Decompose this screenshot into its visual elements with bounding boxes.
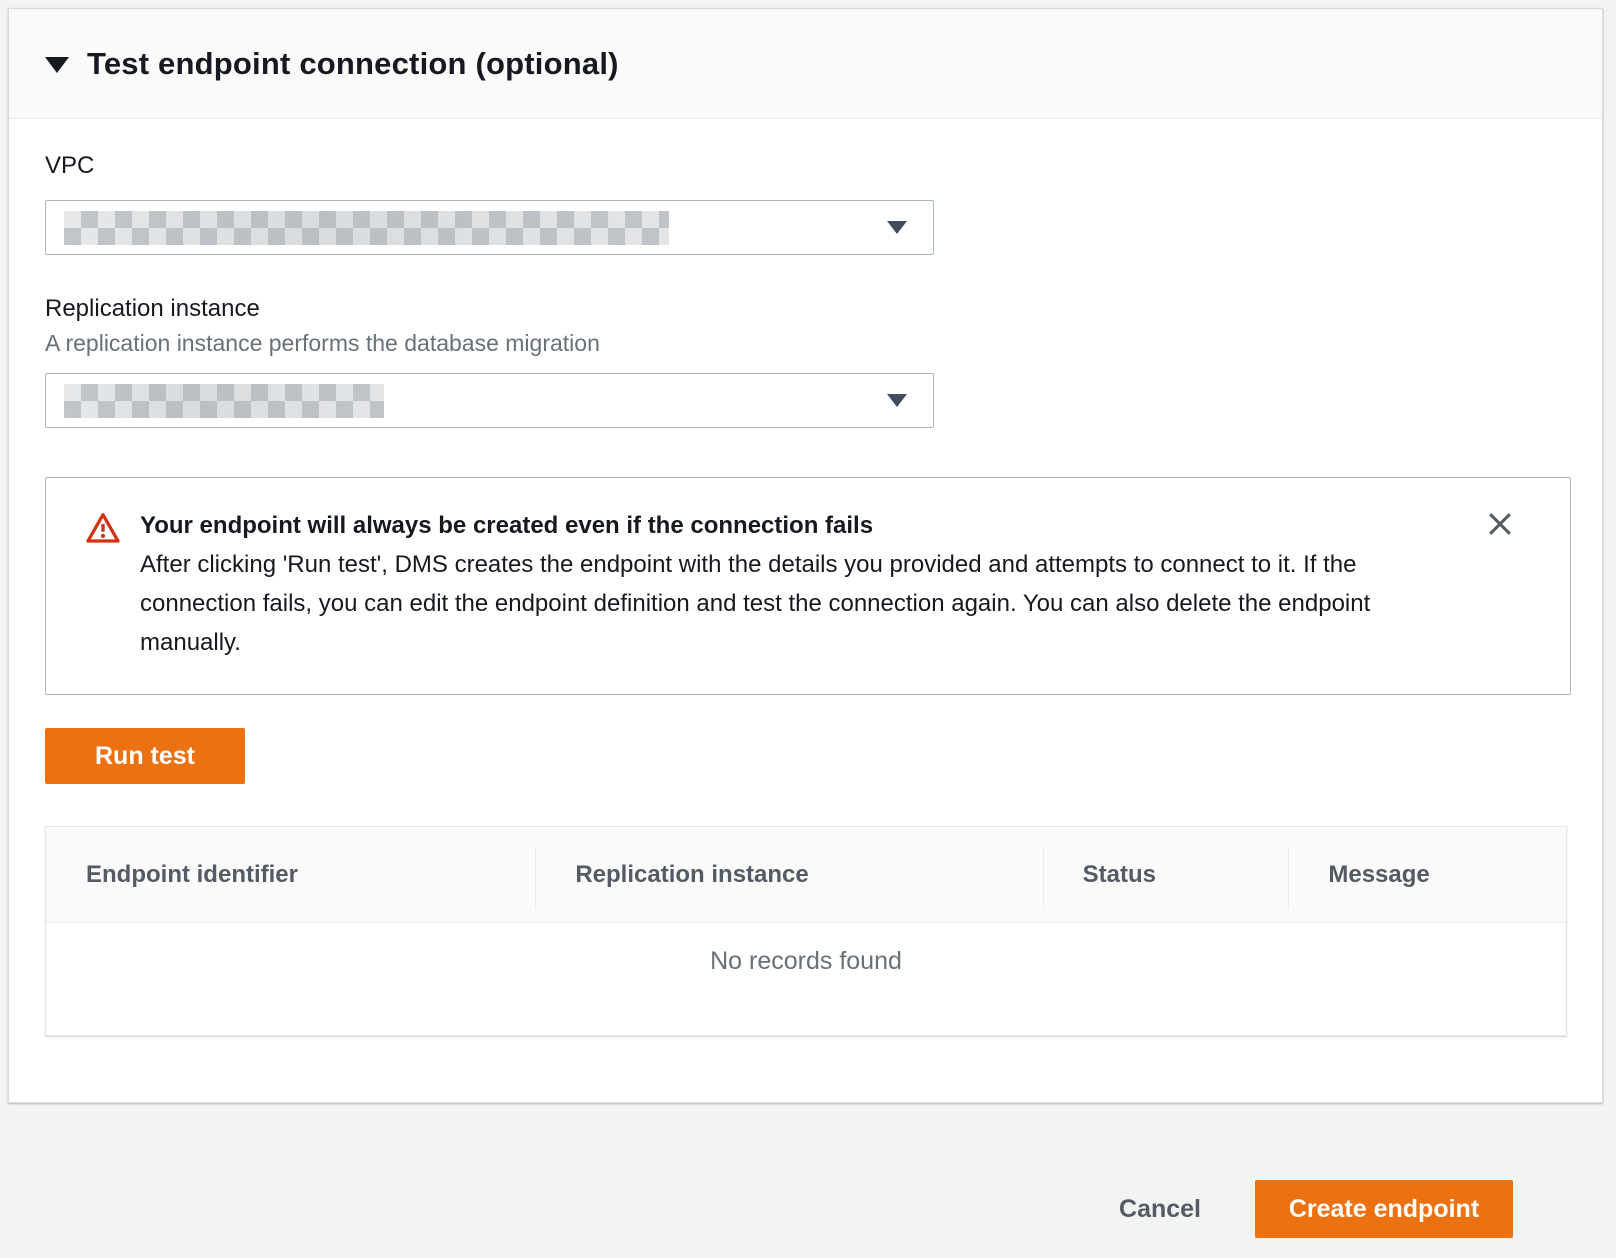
alert-content: Your endpoint will always be created eve… [140, 506, 1435, 662]
replication-instance-label: Replication instance [45, 295, 1566, 323]
form-footer: Cancel Create endpoint [1111, 1180, 1513, 1238]
section-header-test-endpoint-connection[interactable]: Test endpoint connection (optional) [9, 9, 1602, 119]
vpc-label: VPC [45, 152, 1566, 180]
vpc-select[interactable] [45, 200, 934, 255]
section-title: Test endpoint connection (optional) [87, 46, 619, 82]
replication-instance-redacted-value [64, 384, 384, 418]
run-test-button[interactable]: Run test [45, 728, 245, 784]
empty-table-message: No records found [710, 947, 902, 976]
replication-instance-select[interactable] [45, 373, 934, 428]
table-body: No records found [46, 923, 1566, 1035]
column-header-message: Message [1288, 861, 1566, 889]
alert-body: After clicking 'Run test', DMS creates t… [140, 545, 1435, 662]
section-content: VPC Replication instance A replication i… [9, 152, 1602, 1036]
alert-title: Your endpoint will always be created eve… [140, 506, 1435, 545]
test-results-table: Endpoint identifier Replication instance… [45, 826, 1567, 1036]
triangle-down-icon [45, 57, 69, 73]
cancel-button[interactable]: Cancel [1111, 1195, 1209, 1224]
replication-instance-description: A replication instance performs the data… [45, 330, 1566, 357]
test-endpoint-connection-card: Test endpoint connection (optional) VPC … [8, 8, 1603, 1103]
warning-triangle-icon [86, 511, 120, 545]
chevron-down-icon [887, 221, 907, 234]
table-header-row: Endpoint identifier Replication instance… [46, 827, 1566, 923]
page: Test endpoint connection (optional) VPC … [0, 0, 1616, 1258]
warning-alert: Your endpoint will always be created eve… [45, 477, 1571, 695]
column-header-endpoint-identifier: Endpoint identifier [46, 861, 535, 889]
chevron-down-icon [887, 394, 907, 407]
vpc-redacted-value [64, 211, 669, 245]
column-header-replication-instance: Replication instance [535, 861, 1042, 889]
close-icon[interactable] [1482, 506, 1518, 542]
create-endpoint-button[interactable]: Create endpoint [1255, 1180, 1513, 1238]
column-header-status: Status [1043, 861, 1289, 889]
